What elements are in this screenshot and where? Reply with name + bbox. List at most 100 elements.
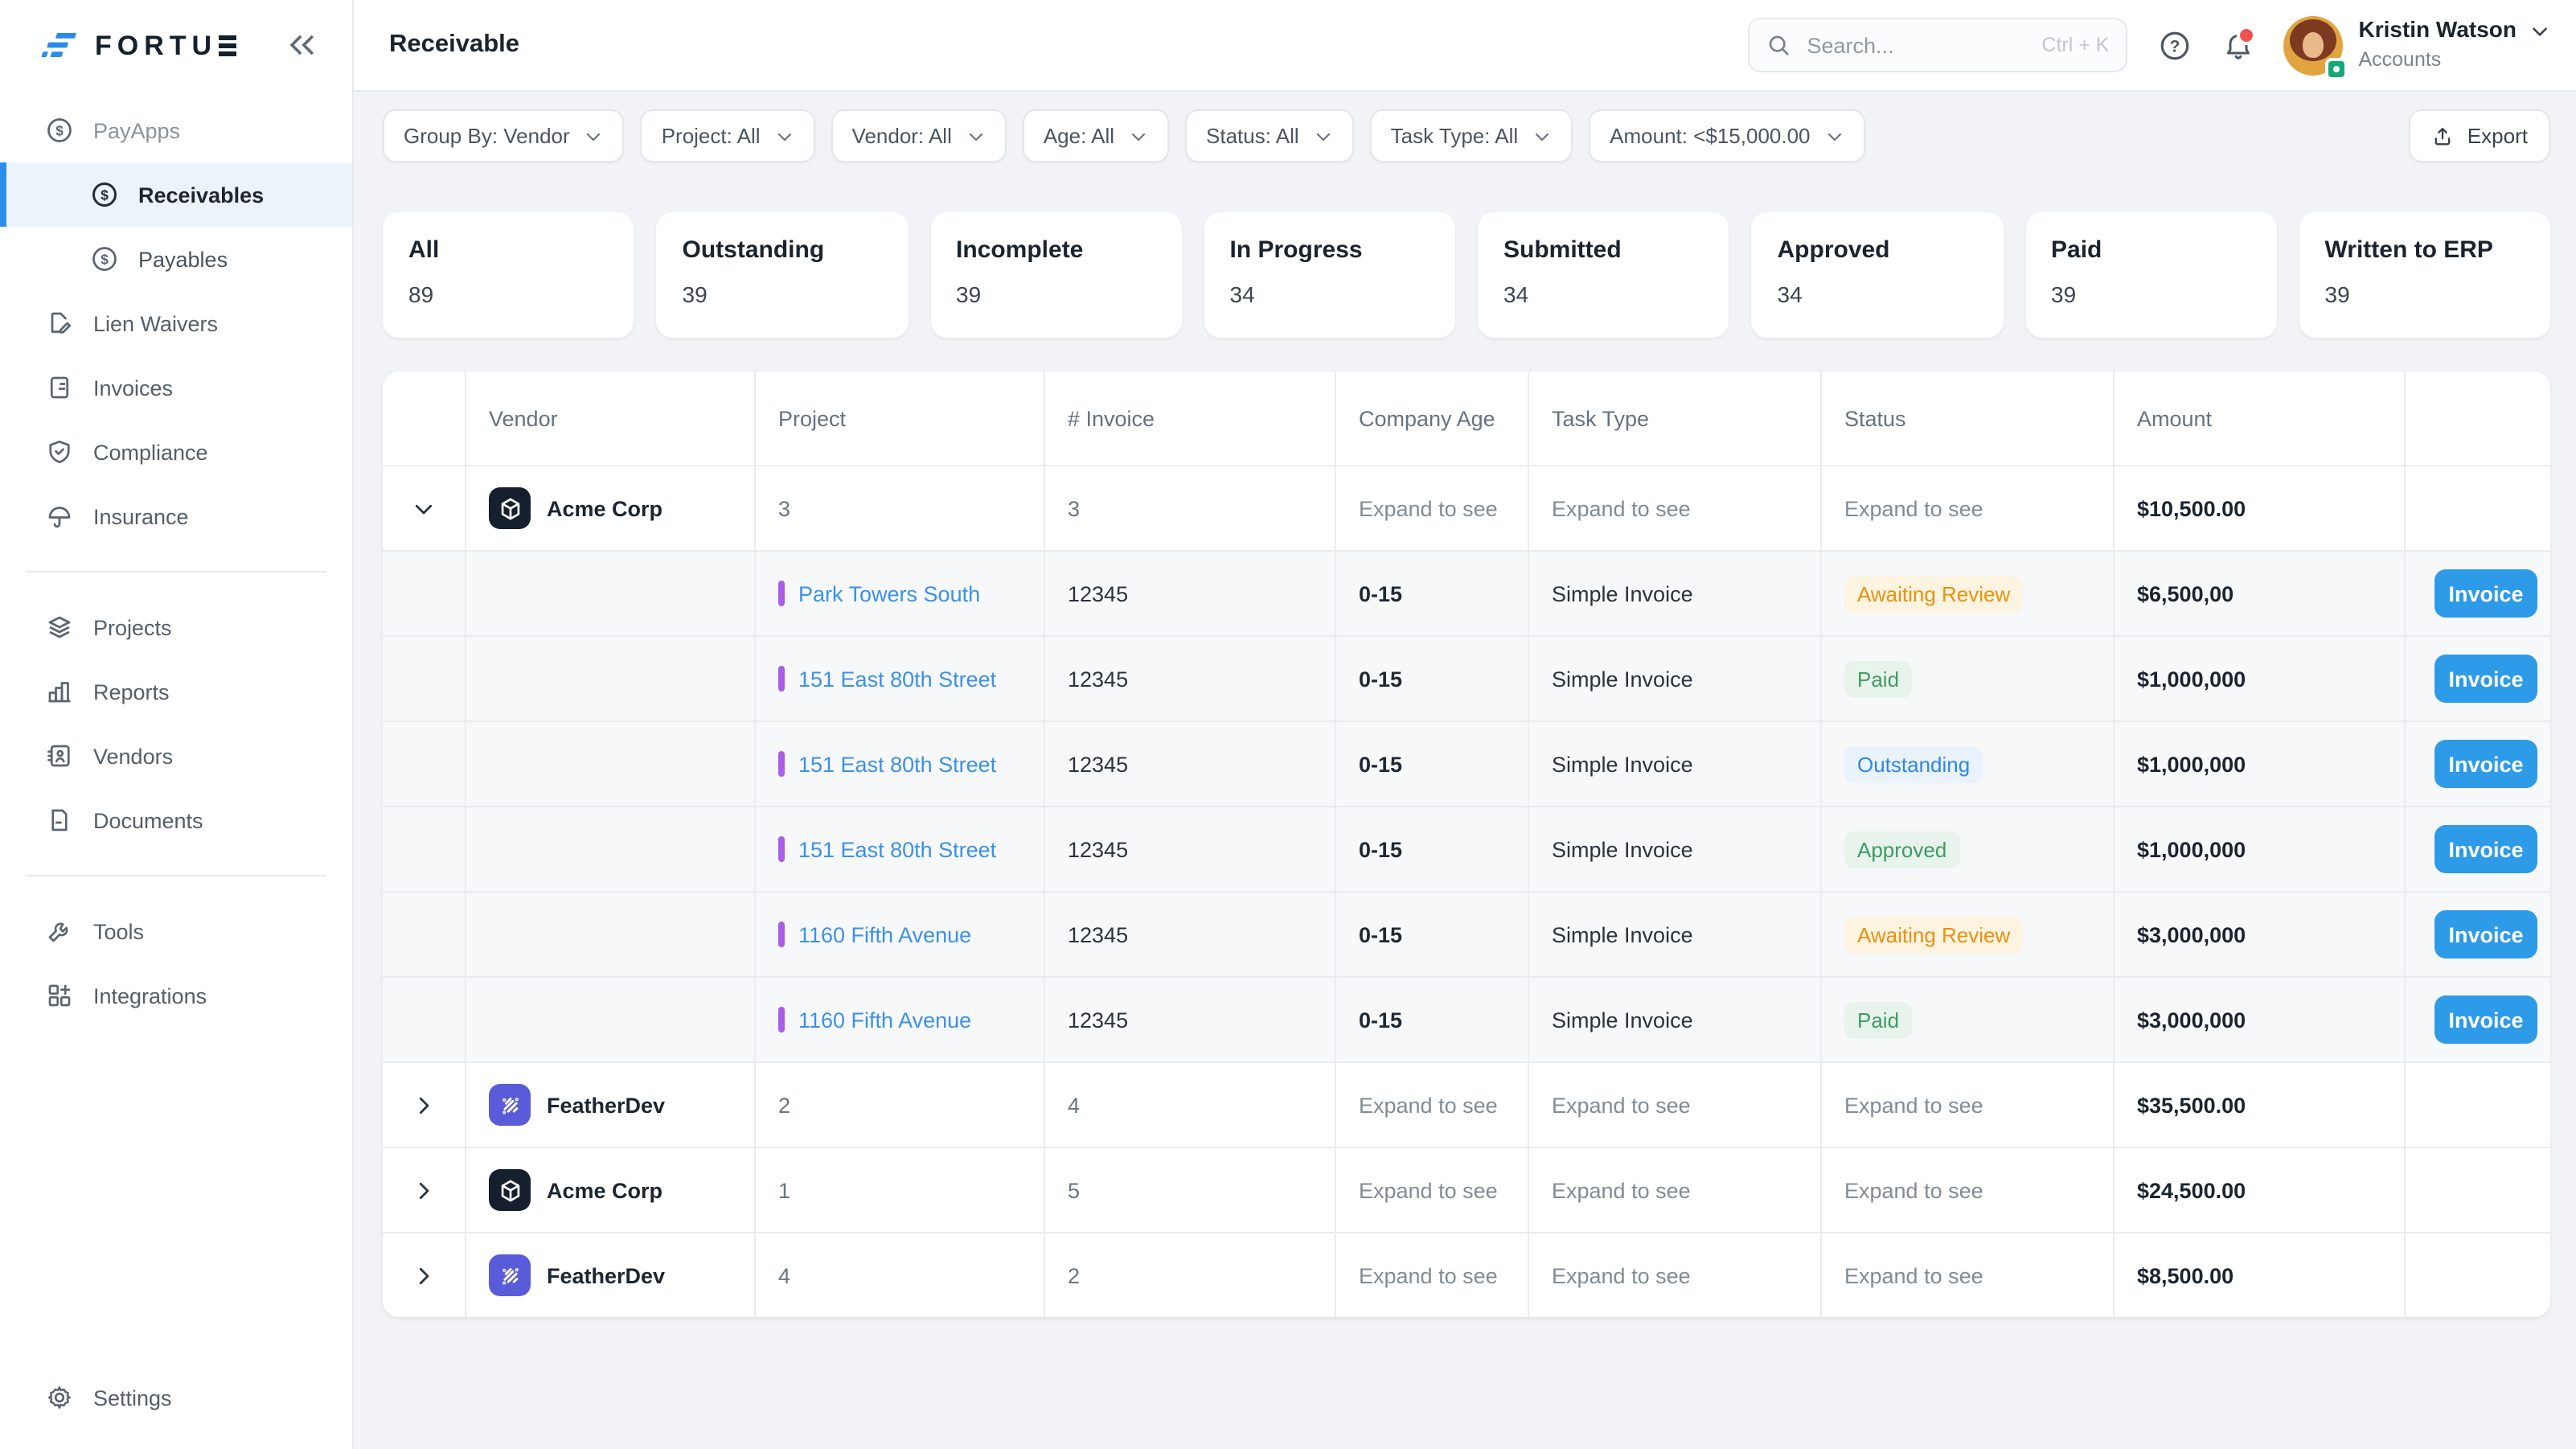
- expand-row-button[interactable]: [383, 1148, 466, 1232]
- feather-logo-icon: [489, 1254, 531, 1296]
- invoice-button[interactable]: Invoice: [2434, 569, 2537, 618]
- tab-incomplete[interactable]: Incomplete 39: [930, 212, 1182, 338]
- company-age: 0-15: [1336, 807, 1529, 891]
- search-input[interactable]: [1803, 31, 2041, 59]
- project-count: 3: [756, 466, 1045, 550]
- invoice-number: 12345: [1045, 552, 1336, 635]
- filter-task-type[interactable]: Task Type: All: [1370, 109, 1573, 162]
- sidebar-item-tools[interactable]: Tools: [0, 899, 352, 963]
- notification-dot: [2236, 26, 2255, 45]
- project-link[interactable]: 151 East 80th Street: [798, 667, 996, 691]
- sidebar-item-receivables[interactable]: $ Receivables: [0, 162, 352, 227]
- vendor-name: Acme Corp: [547, 496, 662, 520]
- company-age: 0-15: [1336, 637, 1529, 720]
- invoice-button[interactable]: Invoice: [2434, 825, 2537, 873]
- header-expander: [383, 371, 466, 465]
- sidebar-item-projects[interactable]: Projects: [0, 595, 352, 659]
- vendor-empty: [466, 637, 756, 720]
- tab-count: 39: [2051, 281, 2251, 307]
- chevron-down-icon: [1825, 126, 1844, 146]
- invoice-button[interactable]: Invoice: [2434, 910, 2537, 958]
- vendor-empty: [466, 893, 756, 976]
- chevron-down-icon: [585, 126, 604, 146]
- project-link[interactable]: 151 East 80th Street: [798, 752, 996, 776]
- amount-value: $35,500.00: [2115, 1063, 2406, 1147]
- sidebar-item-vendors[interactable]: Vendors: [0, 724, 352, 788]
- user-avatar[interactable]: [2283, 15, 2342, 75]
- sidebar-collapse-icon[interactable]: [285, 27, 320, 63]
- sidebar-item-label: Projects: [93, 615, 172, 639]
- sidebar-item-payables[interactable]: $ Payables: [0, 227, 352, 291]
- user-menu[interactable]: Kristin Watson Accounts: [2358, 17, 2550, 73]
- expand-row-button[interactable]: [383, 1063, 466, 1147]
- filter-label: Amount: <$15,000.00: [1610, 124, 1810, 148]
- expander-empty: [383, 807, 466, 891]
- sidebar-item-label: Tools: [93, 919, 144, 943]
- vendor-empty: [466, 722, 756, 806]
- filter-label: Project: All: [662, 124, 761, 148]
- tab-label: All: [408, 236, 609, 264]
- export-button[interactable]: Export: [2410, 109, 2550, 162]
- expand-row-button[interactable]: [383, 1233, 466, 1317]
- invoice-button[interactable]: Invoice: [2434, 655, 2537, 703]
- sidebar-item-reports[interactable]: Reports: [0, 659, 352, 724]
- expand-hint: Expand to see: [1822, 1233, 2115, 1317]
- filter-age[interactable]: Age: All: [1023, 109, 1169, 162]
- user-name: Kristin Watson: [2358, 17, 2517, 45]
- notifications-button[interactable]: [2221, 29, 2254, 61]
- filter-project[interactable]: Project: All: [641, 109, 815, 162]
- table-row-group[interactable]: Acme Corp 1 5 Expand to see Expand to se…: [383, 1148, 2550, 1233]
- search-shortcut: Ctrl + K: [2041, 34, 2109, 56]
- svg-text:?: ?: [2169, 37, 2180, 55]
- task-type: Simple Invoice: [1529, 893, 1822, 976]
- brand-logo-icon: [39, 25, 80, 67]
- filter-amount[interactable]: Amount: <$15,000.00: [1589, 109, 1864, 162]
- sidebar-item-invoices[interactable]: Invoices: [0, 355, 352, 420]
- amount-value: $3,000,000: [2115, 893, 2406, 976]
- sidebar-item-lien-waivers[interactable]: Lien Waivers: [0, 291, 352, 355]
- sidebar-item-settings[interactable]: Settings: [0, 1365, 352, 1430]
- contact-book-icon: [45, 741, 74, 770]
- tab-all[interactable]: All 89: [383, 212, 634, 338]
- tab-approved[interactable]: Approved 34: [1752, 212, 2004, 338]
- tab-paid[interactable]: Paid 39: [2025, 212, 2277, 338]
- expander-empty: [383, 978, 466, 1061]
- sidebar-item-integrations[interactable]: Integrations: [0, 963, 352, 1028]
- amount-value: $6,500,00: [2115, 552, 2406, 635]
- status-tabs: All 89 Outstanding 39 Incomplete 39 In P…: [383, 212, 2550, 338]
- project-link[interactable]: 151 East 80th Street: [798, 837, 996, 861]
- sidebar-item-documents[interactable]: Documents: [0, 788, 352, 852]
- tab-submitted[interactable]: Submitted 34: [1478, 212, 1729, 338]
- logo: FORTU E: [0, 0, 352, 92]
- tab-count: 39: [2325, 281, 2525, 307]
- invoice-button[interactable]: Invoice: [2434, 740, 2537, 788]
- sidebar-item-payapps[interactable]: $ PayApps: [0, 98, 352, 162]
- project-link[interactable]: 1160 Fifth Avenue: [798, 922, 971, 946]
- sidebar-item-insurance[interactable]: Insurance: [0, 484, 352, 548]
- tab-written-to-erp[interactable]: Written to ERP 39: [2299, 212, 2551, 338]
- table-row-group[interactable]: Acme Corp 3 3 Expand to see Expand to se…: [383, 466, 2550, 552]
- amount-value: $1,000,000: [2115, 637, 2406, 720]
- invoice-count: 3: [1045, 466, 1336, 550]
- invoice-button[interactable]: Invoice: [2434, 995, 2537, 1044]
- project-link[interactable]: Park Towers South: [798, 581, 980, 605]
- search-box[interactable]: Ctrl + K: [1747, 18, 2127, 72]
- gear-icon: [45, 1383, 74, 1412]
- wrench-icon: [45, 917, 74, 946]
- tab-outstanding[interactable]: Outstanding 39: [657, 212, 909, 338]
- filter-status[interactable]: Status: All: [1185, 109, 1354, 162]
- tab-in-progress[interactable]: In Progress 34: [1204, 212, 1456, 338]
- bar-chart-icon: [45, 677, 74, 706]
- project-link[interactable]: 1160 Fifth Avenue: [798, 1008, 971, 1032]
- task-type: Simple Invoice: [1529, 807, 1822, 891]
- sidebar-item-compliance[interactable]: Compliance: [0, 420, 352, 484]
- table-row-group[interactable]: FeatherDev 2 4 Expand to see Expand to s…: [383, 1063, 2550, 1148]
- column-header-task-type: Task Type: [1529, 371, 1822, 465]
- collapse-row-button[interactable]: [383, 466, 466, 550]
- chevron-down-icon: [966, 126, 986, 146]
- filter-vendor[interactable]: Vendor: All: [831, 109, 1007, 162]
- help-button[interactable]: ?: [2157, 28, 2191, 62]
- filter-group-by[interactable]: Group By: Vendor: [383, 109, 625, 162]
- table-row-group[interactable]: FeatherDev 4 2 Expand to see Expand to s…: [383, 1233, 2550, 1317]
- filter-label: Vendor: All: [852, 124, 952, 148]
